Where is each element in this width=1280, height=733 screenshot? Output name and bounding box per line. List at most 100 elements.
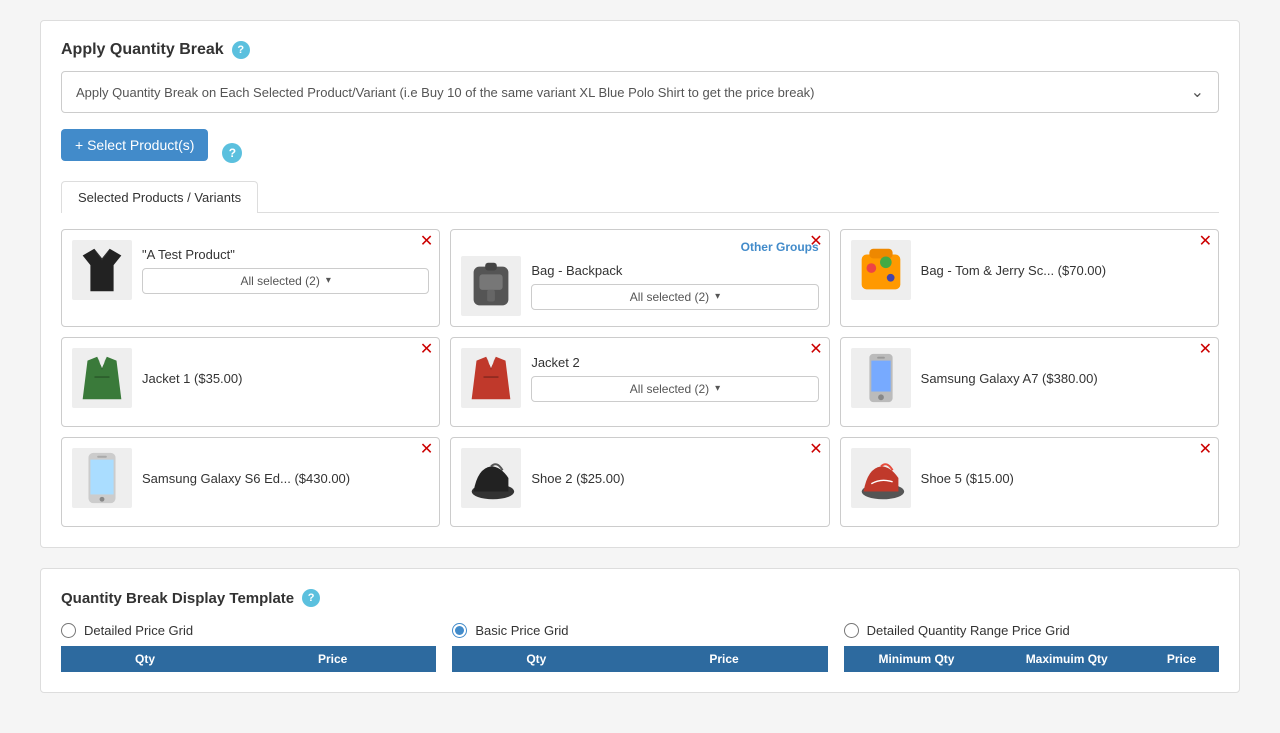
product-name: Bag - Backpack bbox=[531, 263, 818, 278]
price-table-preview: Minimum QtyMaximuim QtyPrice bbox=[844, 646, 1219, 672]
radio-options-container: Detailed Price Grid QtyPrice Basic Price… bbox=[61, 623, 1219, 672]
product-card: ✕ Jacket 1 ($35.00) bbox=[61, 337, 440, 427]
radio-option-column: Detailed Quantity Range Price Grid Minim… bbox=[844, 623, 1219, 672]
remove-product-button[interactable]: ✕ bbox=[809, 234, 822, 250]
product-card-inner: Samsung Galaxy A7 ($380.00) bbox=[851, 348, 1208, 408]
product-card-inner: Shoe 5 ($15.00) bbox=[851, 448, 1208, 508]
radio-option-column: Detailed Price Grid QtyPrice bbox=[61, 623, 436, 672]
product-image bbox=[851, 348, 911, 408]
table-header: Qty bbox=[452, 646, 620, 672]
help-icon-quantity-break[interactable]: ? bbox=[232, 41, 250, 59]
radio-option[interactable]: Detailed Quantity Range Price Grid bbox=[844, 623, 1219, 638]
section-title-quantity-break: Apply Quantity Break ? bbox=[61, 41, 1219, 59]
dropdown-text: Apply Quantity Break on Each Selected Pr… bbox=[76, 85, 815, 100]
product-info: Bag - Backpack All selected (2) ▾ bbox=[531, 263, 818, 310]
product-name: Bag - Tom & Jerry Sc... ($70.00) bbox=[921, 263, 1208, 278]
product-name: Jacket 1 ($35.00) bbox=[142, 371, 429, 386]
radio-input[interactable] bbox=[452, 623, 467, 638]
table-header-row: QtyPrice bbox=[452, 646, 827, 672]
product-card: ✕ Bag - Tom & Jerry Sc... ($70.00) bbox=[840, 229, 1219, 327]
product-info: "A Test Product" All selected (2) ▾ bbox=[142, 247, 429, 294]
help-icon-select-products[interactable]: ? bbox=[222, 143, 242, 163]
tab-selected-products[interactable]: Selected Products / Variants bbox=[61, 181, 258, 213]
table-header-row: Minimum QtyMaximuim QtyPrice bbox=[844, 646, 1219, 672]
variant-dropdown-text: All selected (2) bbox=[240, 274, 319, 288]
product-name: Jacket 2 bbox=[531, 355, 818, 370]
product-info: Jacket 2 All selected (2) ▾ bbox=[531, 355, 818, 402]
product-name: Shoe 5 ($15.00) bbox=[921, 471, 1208, 486]
product-image bbox=[461, 256, 521, 316]
product-card: ✕ Samsung Galaxy A7 ($380.00) bbox=[840, 337, 1219, 427]
product-info: Samsung Galaxy A7 ($380.00) bbox=[921, 371, 1208, 386]
chevron-down-icon: ▾ bbox=[326, 275, 331, 286]
product-card-inner: Samsung Galaxy S6 Ed... ($430.00) bbox=[72, 448, 429, 508]
product-name: Shoe 2 ($25.00) bbox=[531, 471, 818, 486]
remove-product-button[interactable]: ✕ bbox=[809, 442, 822, 458]
remove-product-button[interactable]: ✕ bbox=[1199, 234, 1212, 250]
product-card-inner: Shoe 2 ($25.00) bbox=[461, 448, 818, 508]
chevron-down-icon: ▾ bbox=[715, 291, 720, 302]
product-info: Bag - Tom & Jerry Sc... ($70.00) bbox=[921, 263, 1208, 278]
radio-label: Detailed Quantity Range Price Grid bbox=[867, 623, 1070, 638]
help-icon-display[interactable]: ? bbox=[302, 589, 320, 607]
product-info: Jacket 1 ($35.00) bbox=[142, 371, 429, 386]
remove-product-button[interactable]: ✕ bbox=[1199, 442, 1212, 458]
other-groups-label: Other Groups bbox=[461, 240, 818, 254]
product-card-inner: Bag - Backpack All selected (2) ▾ bbox=[461, 256, 818, 316]
product-image bbox=[461, 448, 521, 508]
remove-product-button[interactable]: ✕ bbox=[420, 234, 433, 250]
remove-product-button[interactable]: ✕ bbox=[1199, 342, 1212, 358]
quantity-break-display-card: Quantity Break Display Template ? Detail… bbox=[40, 568, 1240, 693]
product-image bbox=[72, 448, 132, 508]
table-header: Qty bbox=[61, 646, 229, 672]
price-table-preview: QtyPrice bbox=[61, 646, 436, 672]
table-header: Price bbox=[229, 646, 436, 672]
quantity-break-dropdown[interactable]: Apply Quantity Break on Each Selected Pr… bbox=[61, 71, 1219, 113]
table-header: Price bbox=[620, 646, 827, 672]
display-section-title-text: Quantity Break Display Template bbox=[61, 590, 294, 607]
product-card: ✕ Jacket 2 All selected (2) ▾ bbox=[450, 337, 829, 427]
radio-option-column: Basic Price Grid QtyPrice bbox=[452, 623, 827, 672]
product-info: Shoe 2 ($25.00) bbox=[531, 471, 818, 486]
product-card-inner: "A Test Product" All selected (2) ▾ bbox=[72, 240, 429, 300]
table-header: Minimum Qty bbox=[844, 646, 990, 672]
radio-option[interactable]: Detailed Price Grid bbox=[61, 623, 436, 638]
radio-input[interactable] bbox=[61, 623, 76, 638]
product-image bbox=[72, 348, 132, 408]
apply-quantity-break-card: Apply Quantity Break ? Apply Quantity Br… bbox=[40, 20, 1240, 548]
variant-dropdown-text: All selected (2) bbox=[630, 382, 709, 396]
price-table-preview: QtyPrice bbox=[452, 646, 827, 672]
product-name: "A Test Product" bbox=[142, 247, 429, 262]
variant-dropdown[interactable]: All selected (2) ▾ bbox=[142, 268, 429, 294]
product-info: Shoe 5 ($15.00) bbox=[921, 471, 1208, 486]
product-name: Samsung Galaxy A7 ($380.00) bbox=[921, 371, 1208, 386]
products-grid: ✕ "A Test Product" All selected (2) ▾ ✕ bbox=[61, 229, 1219, 527]
variant-dropdown[interactable]: All selected (2) ▾ bbox=[531, 376, 818, 402]
section-title-display: Quantity Break Display Template ? bbox=[61, 589, 1219, 607]
product-image bbox=[72, 240, 132, 300]
section-title-text: Apply Quantity Break bbox=[61, 41, 224, 59]
remove-product-button[interactable]: ✕ bbox=[809, 342, 822, 358]
select-products-button[interactable]: + Select Product(s) bbox=[61, 129, 208, 161]
product-card-inner: Bag - Tom & Jerry Sc... ($70.00) bbox=[851, 240, 1208, 300]
tab-bar: Selected Products / Variants bbox=[61, 181, 1219, 213]
variant-dropdown[interactable]: All selected (2) ▾ bbox=[531, 284, 818, 310]
radio-label: Detailed Price Grid bbox=[84, 623, 193, 638]
product-name: Samsung Galaxy S6 Ed... ($430.00) bbox=[142, 471, 429, 486]
product-info: Samsung Galaxy S6 Ed... ($430.00) bbox=[142, 471, 429, 486]
product-card: ✕ Shoe 2 ($25.00) bbox=[450, 437, 829, 527]
table-header-row: QtyPrice bbox=[61, 646, 436, 672]
product-card: ✕ "A Test Product" All selected (2) ▾ bbox=[61, 229, 440, 327]
radio-input[interactable] bbox=[844, 623, 859, 638]
product-card: ✕ Shoe 5 ($15.00) bbox=[840, 437, 1219, 527]
product-image bbox=[851, 240, 911, 300]
product-card: ✕ Samsung Galaxy S6 Ed... ($430.00) bbox=[61, 437, 440, 527]
remove-product-button[interactable]: ✕ bbox=[420, 442, 433, 458]
product-image bbox=[851, 448, 911, 508]
remove-product-button[interactable]: ✕ bbox=[420, 342, 433, 358]
chevron-down-icon: ⌄ bbox=[1191, 82, 1204, 102]
table-header: Price bbox=[1144, 646, 1219, 672]
radio-option[interactable]: Basic Price Grid bbox=[452, 623, 827, 638]
product-card-inner: Jacket 2 All selected (2) ▾ bbox=[461, 348, 818, 408]
radio-label: Basic Price Grid bbox=[475, 623, 568, 638]
